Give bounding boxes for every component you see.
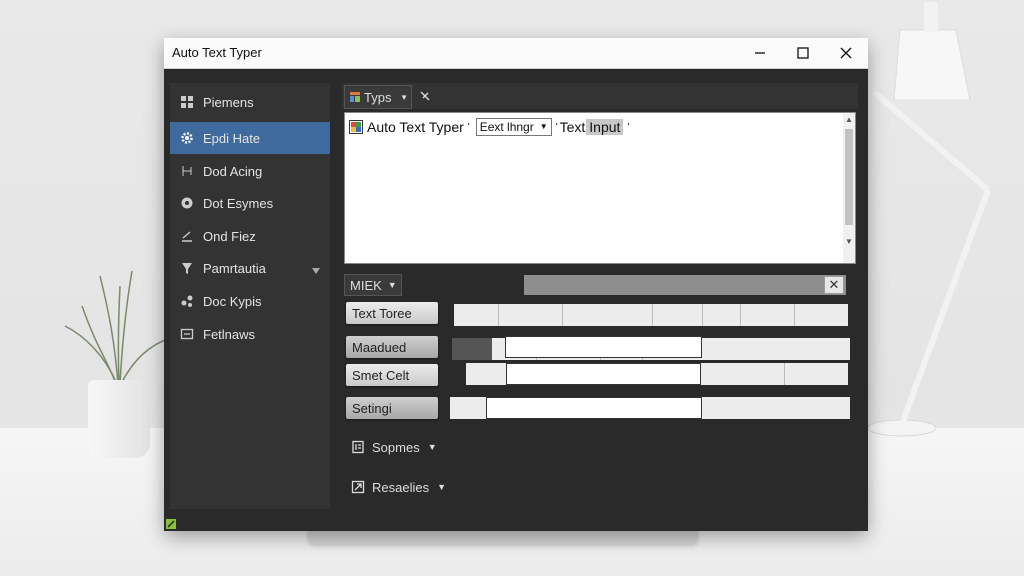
sidebar-item-label: Piemens <box>203 94 254 110</box>
sidebar-item-fetlnaws[interactable]: Fetlnaws <box>170 318 330 350</box>
scroll-up-icon[interactable]: ▲ <box>845 115 853 124</box>
sidebar-item-dod-acing[interactable]: Dod Acing <box>170 155 330 187</box>
panel-search-bar[interactable] <box>524 275 846 295</box>
text-type-select-value: Eext lhngr <box>479 120 534 134</box>
sidebar-item-ond-fiez[interactable]: Ond Fiez <box>170 220 330 252</box>
chevron-down-icon: ▼ <box>400 92 408 102</box>
app-window: Auto Text Typer Piemens Epdi Hate Dod Ac… <box>164 38 868 531</box>
window-title: Auto Text Typer <box>172 45 262 60</box>
row-button-setingi[interactable]: Setingi <box>346 397 438 419</box>
panel-dropdown[interactable]: MIEK ▼ <box>344 274 402 296</box>
share-nodes-icon <box>179 293 195 309</box>
input-chip[interactable]: Input <box>586 119 624 135</box>
plant-pot <box>88 380 150 458</box>
close-icon <box>840 47 852 59</box>
text-editor[interactable]: Auto Text Typer ' Eext lhngr ▼ ' Text In… <box>344 112 856 264</box>
funnel-icon <box>179 260 195 276</box>
row-button-maadued[interactable]: Maadued <box>346 336 438 358</box>
maximize-icon <box>797 47 809 59</box>
desk-lamp <box>867 2 991 437</box>
chevron-down-icon: ▼ <box>427 442 437 452</box>
tab-types[interactable]: Typs ▼ <box>344 85 412 109</box>
minimize-button[interactable] <box>738 38 782 68</box>
chevron-down-icon: ▼ <box>539 122 548 131</box>
window-icon <box>179 326 195 342</box>
gear-icon <box>179 130 195 146</box>
app-name-label: Auto Text Typer <box>367 119 464 135</box>
close-button[interactable] <box>824 38 868 68</box>
sidebar-item-epdi-hate[interactable]: Epdi Hate <box>170 122 330 154</box>
app-icon <box>349 120 363 134</box>
sidebar: Piemens Epdi Hate Dod Acing Dot Esymes O… <box>170 83 330 509</box>
sidebar-item-label: Dod Acing <box>203 163 263 179</box>
row-value-strip[interactable] <box>454 304 848 326</box>
sidebar-item-label: Dot Esymes <box>203 195 274 211</box>
separator: ' <box>627 121 630 133</box>
minimize-icon <box>755 52 765 54</box>
sidebar-item-pamrtautia[interactable]: Pamrtautia <box>170 252 330 284</box>
sidebar-item-label: Epdi Hate <box>203 130 261 146</box>
sidebar-item-label: Doc Kypis <box>203 293 262 309</box>
section-label: Sopmes <box>372 439 420 455</box>
text-label: Text <box>559 119 586 135</box>
sidebar-item-label: Pamrtautia <box>203 260 266 276</box>
section-sopmes[interactable]: Sopmes ▼ <box>350 436 437 458</box>
sidebar-item-dot-esymes[interactable]: Dot Esymes <box>170 187 330 219</box>
row-swatch <box>452 338 492 360</box>
sidebar-item-label: Ond Fiez <box>203 228 256 244</box>
separator: ' <box>555 121 558 133</box>
row-button-smet-celt[interactable]: Smet Celt <box>346 364 438 386</box>
editor-toolbar: Typs ▼ <box>342 83 858 109</box>
row-input-field[interactable] <box>486 397 702 419</box>
editor-scrollbar[interactable]: ▲ ▼ <box>843 113 855 263</box>
chevron-down-icon[interactable] <box>311 263 321 278</box>
grid-icon <box>179 94 195 110</box>
text-type-select[interactable]: Eext lhngr ▼ <box>475 118 552 136</box>
pen-line-icon <box>179 228 195 244</box>
network-icon <box>179 163 195 179</box>
tab-types-label: Typs <box>364 89 392 105</box>
sidebar-item-doc-kypis[interactable]: Doc Kypis <box>170 285 330 317</box>
scroll-down-icon[interactable]: ▼ <box>845 237 853 246</box>
row-input-field[interactable] <box>505 336 702 358</box>
pin-icon[interactable] <box>416 87 434 105</box>
arrow-box-icon <box>350 479 366 495</box>
row-button-text-toree[interactable]: Text Toree <box>346 302 438 324</box>
chevron-down-icon: ▼ <box>437 482 447 492</box>
maximize-button[interactable] <box>781 38 825 68</box>
separator: ' <box>467 121 470 133</box>
sidebar-item-label: Fetlnaws <box>203 326 256 342</box>
sidebar-item-piemens[interactable]: Piemens <box>170 86 330 118</box>
title-bar[interactable]: Auto Text Typer <box>164 38 868 69</box>
types-icon <box>349 91 361 103</box>
scroll-thumb[interactable] <box>845 129 853 225</box>
close-icon[interactable]: ✕ <box>824 276 844 294</box>
section-label: Resaelies <box>372 479 430 495</box>
document-icon <box>350 439 366 455</box>
chevron-down-icon: ▼ <box>387 280 397 290</box>
circle-icon <box>179 195 195 211</box>
row-input-field[interactable] <box>506 363 701 385</box>
plant <box>64 270 179 385</box>
editor-line: Auto Text Typer ' Eext lhngr ▼ ' Text In… <box>349 117 629 137</box>
status-icon <box>166 519 176 529</box>
section-resaelies[interactable]: Resaelies ▼ <box>350 476 446 498</box>
panel-dropdown-label: MIEK <box>350 277 382 293</box>
